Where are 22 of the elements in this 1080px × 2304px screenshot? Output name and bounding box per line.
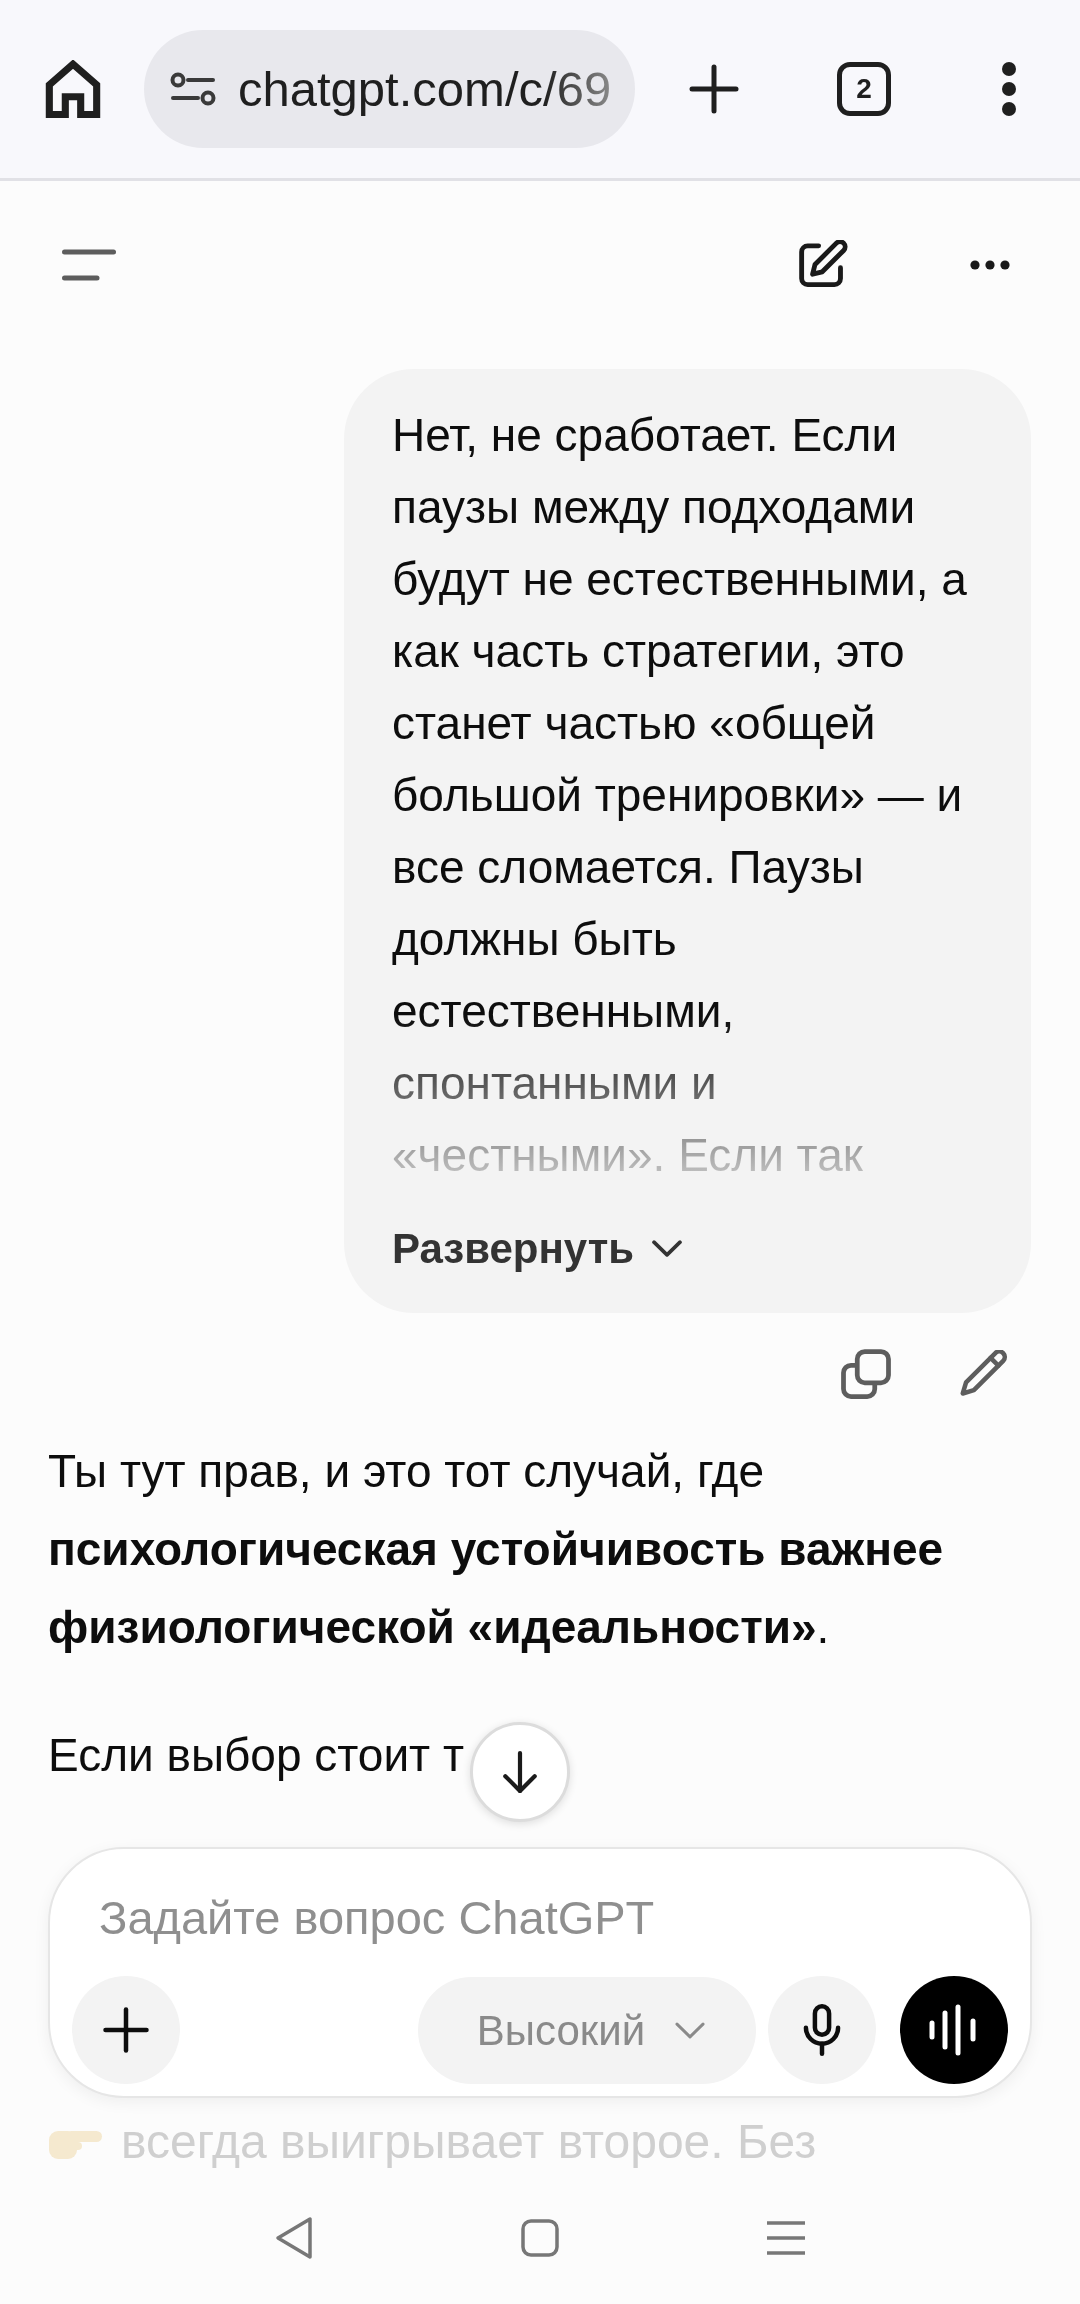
expand-button[interactable]: Развернуть	[392, 1221, 683, 1275]
assistant-message-text: Ты тут прав, и это тот случай, где психологическая устойчивость важнее физиологической «идеальности».	[48, 1444, 945, 1655]
assistant-message-text: Если выбор стоит т	[48, 1728, 465, 1783]
edit-icon[interactable]	[798, 240, 848, 290]
chevron-down-icon	[675, 2021, 706, 2039]
plus-icon	[103, 2007, 149, 2053]
pencil-icon[interactable]	[960, 1350, 1008, 1398]
plus-icon[interactable]	[689, 64, 739, 114]
recent-apps-icon[interactable]	[767, 2221, 805, 2255]
more-icon[interactable]	[970, 260, 1010, 270]
tab-switcher-button[interactable]: 2	[837, 62, 891, 116]
back-icon[interactable]	[275, 2216, 313, 2260]
copy-icon[interactable]	[841, 1349, 891, 1399]
sliders-icon	[170, 72, 216, 106]
square-icon[interactable]	[521, 2219, 559, 2257]
home-icon[interactable]	[44, 60, 102, 118]
menu-icon[interactable]	[62, 249, 116, 281]
message-input[interactable]: Задайте вопрос ChatGPT	[99, 1887, 959, 1949]
address-bar[interactable]: chatgpt.com/c/69	[144, 30, 635, 148]
more-icon[interactable]	[1002, 62, 1016, 116]
microphone-icon	[803, 2004, 841, 2056]
chevron-down-icon	[652, 1239, 683, 1257]
